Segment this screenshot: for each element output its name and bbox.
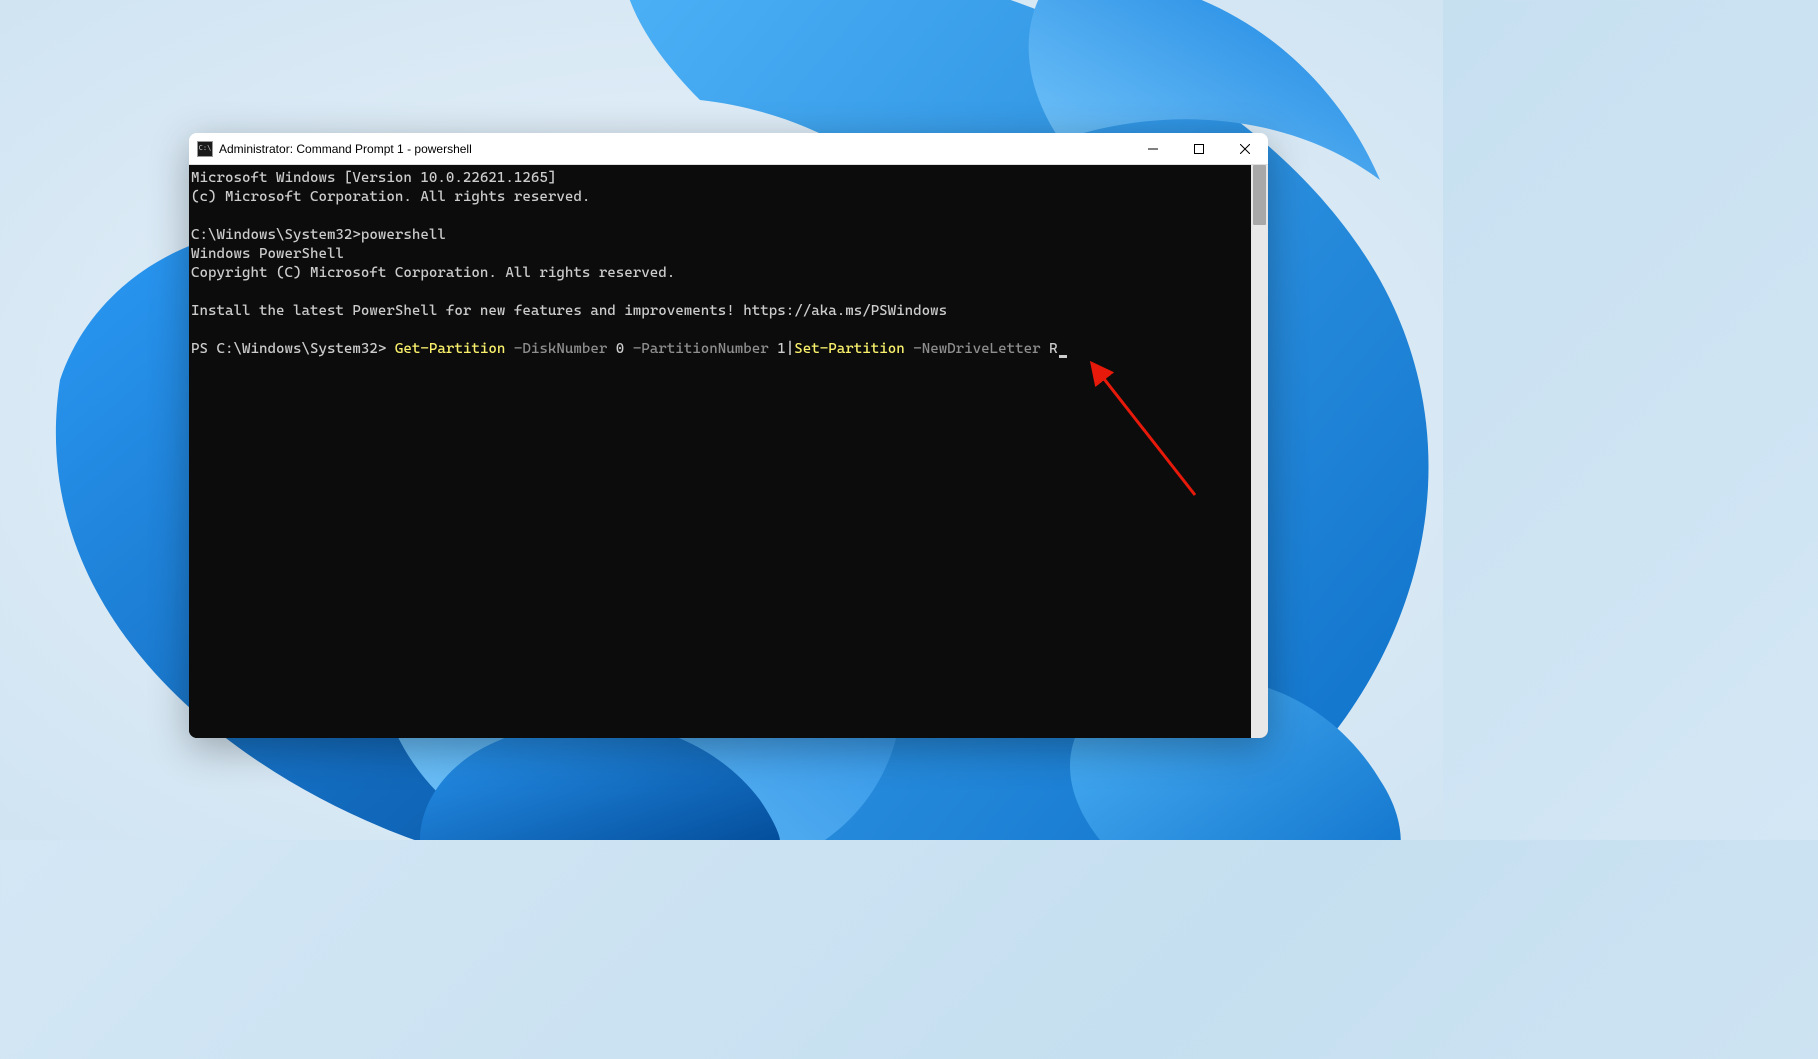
param-disknumber: -DiskNumber [505, 341, 607, 357]
pipe-operator: | [786, 341, 795, 357]
ps-copyright: Copyright (C) Microsoft Corporation. All… [191, 265, 675, 281]
ps-prompt: PS C:\Windows\System32> [191, 341, 395, 357]
version-line: Microsoft Windows [Version 10.0.22621.12… [191, 170, 556, 186]
param-newdriveletter: -NewDriveLetter [905, 341, 1041, 357]
scrollbar[interactable] [1251, 165, 1268, 738]
arg-newdriveletter: R [1041, 341, 1058, 357]
ps-banner: Windows PowerShell [191, 246, 344, 262]
cmd-input: powershell [361, 227, 446, 243]
window-title: Administrator: Command Prompt 1 - powers… [219, 142, 1130, 156]
titlebar[interactable]: C:\ Administrator: Command Prompt 1 - po… [189, 133, 1268, 165]
arg-disknumber: 0 [607, 341, 633, 357]
window-controls [1130, 133, 1268, 164]
command-prompt-window: C:\ Administrator: Command Prompt 1 - po… [189, 133, 1268, 738]
terminal-cursor [1059, 355, 1067, 358]
maximize-button[interactable] [1176, 133, 1222, 164]
cmdlet-get-partition: Get-Partition [395, 341, 505, 357]
close-button[interactable] [1222, 133, 1268, 164]
copyright-line: (c) Microsoft Corporation. All rights re… [191, 189, 590, 205]
cmdlet-set-partition: Set-Partition [794, 341, 904, 357]
cmd-prompt: C:\Windows\System32> [191, 227, 361, 243]
app-icon: C:\ [197, 141, 213, 157]
terminal-output[interactable]: Microsoft Windows [Version 10.0.22621.12… [189, 165, 1251, 738]
scrollbar-thumb[interactable] [1253, 165, 1266, 225]
minimize-button[interactable] [1130, 133, 1176, 164]
arg-partitionnumber: 1 [769, 341, 786, 357]
param-partitionnumber: -PartitionNumber [633, 341, 769, 357]
ps-install-msg: Install the latest PowerShell for new fe… [191, 303, 947, 319]
